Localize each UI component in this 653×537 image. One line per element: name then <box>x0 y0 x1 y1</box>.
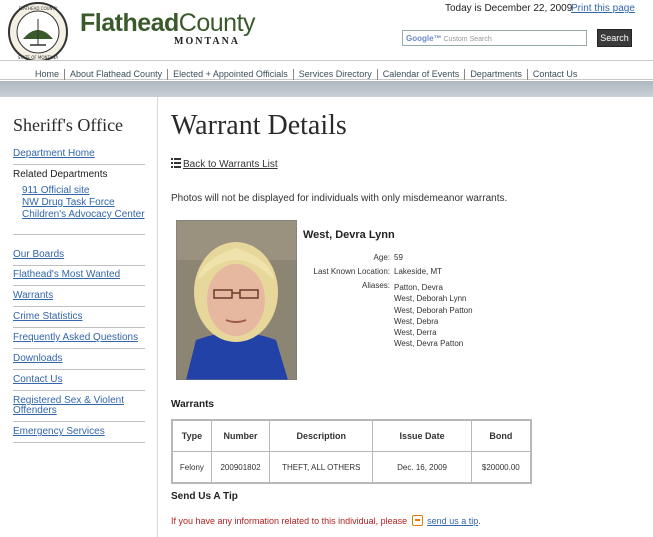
nav-home[interactable]: Home <box>30 69 64 80</box>
alias-item: West, Deborah Patton <box>394 305 473 315</box>
print-page-link[interactable]: Print this page <box>571 3 635 14</box>
alias-item: Patton, Devra <box>394 283 443 292</box>
related-departments-group: Related Departments 911 Official site NW… <box>13 165 145 235</box>
sidebar-emergency-services[interactable]: Emergency Services <box>13 422 145 443</box>
list-icon <box>171 158 181 168</box>
sidebar-crime-statistics[interactable]: Crime Statistics <box>13 307 145 328</box>
nav-services[interactable]: Services Directory <box>292 69 377 80</box>
tip-message: If you have any information related to t… <box>171 515 481 526</box>
search-button[interactable]: Search <box>597 29 632 47</box>
col-description: Description <box>270 421 374 452</box>
today-date: Today is December 22, 2009 <box>445 3 573 14</box>
sidebar-contact-us[interactable]: Contact Us <box>13 370 145 391</box>
alias-item: West, Derra <box>394 328 437 338</box>
age-value: 59 <box>394 253 403 262</box>
related-childrens-advocacy-link[interactable]: Children's Advocacy Center <box>13 210 145 220</box>
nav-officials[interactable]: Elected + Appointed Officials <box>167 69 293 80</box>
alias-item: West, Debra <box>394 316 439 326</box>
warrants-heading: Warrants <box>171 399 214 410</box>
back-to-list-link[interactable]: Back to Warrants List <box>171 158 278 170</box>
cell-description: THEFT, ALL OTHERS <box>270 452 374 482</box>
col-issue-date: Issue Date <box>373 421 472 452</box>
back-to-list-label: Back to Warrants List <box>183 159 278 170</box>
photo-note: Photos will not be displayed for individ… <box>171 193 508 204</box>
tip-text: If you have any information related to t… <box>171 516 408 526</box>
site-logo-title[interactable]: FlatheadCounty <box>80 9 256 38</box>
tip-heading: Send Us A Tip <box>171 491 238 502</box>
nav-calendar[interactable]: Calendar of Events <box>376 69 465 80</box>
nav-contact[interactable]: Contact Us <box>526 69 583 80</box>
sidebar-divider <box>157 97 158 537</box>
sidebar-title: Sheriff's Office <box>13 115 124 135</box>
sidebar-our-boards[interactable]: Our Boards <box>13 247 145 266</box>
col-type: Type <box>173 421 212 452</box>
cell-number: 200901802 <box>212 452 271 482</box>
sidebar-sex-offenders[interactable]: Registered Sex & Violent Offenders <box>13 391 145 422</box>
location-value: Lakeside, MT <box>394 267 443 276</box>
location-label: Last Known Location: <box>313 267 391 276</box>
cell-bond: $20000.00 <box>481 462 520 472</box>
col-bond: Bond <box>471 421 530 452</box>
aliases-label: Aliases: <box>361 281 390 290</box>
sidebar-downloads[interactable]: Downloads <box>13 349 145 370</box>
warrants-table: Type Number Description Issue Date Bond … <box>171 419 532 484</box>
sidebar-most-wanted[interactable]: Flathead's Most Wanted <box>13 266 145 286</box>
col-number: Number <box>211 421 271 452</box>
sidebar-warrants[interactable]: Warrants <box>13 286 145 307</box>
sidebar-faq[interactable]: Frequently Asked Questions <box>13 328 145 349</box>
header-band <box>0 81 653 97</box>
table-row: Felony 200901802 THEFT, ALL OTHERS Dec. … <box>173 452 530 482</box>
page-title: Warrant Details <box>171 110 347 141</box>
sidebar-department-home[interactable]: Department Home <box>13 146 145 165</box>
tip-period: . <box>478 516 481 526</box>
person-name: West, Devra Lynn <box>303 229 395 241</box>
cell-type: Felony <box>173 452 212 482</box>
nav-departments[interactable]: Departments <box>464 69 527 80</box>
aliases-list: Patton, Devra West, Deborah Lynn West, D… <box>394 282 473 350</box>
sidebar: Sheriff's Office Department Home Related… <box>13 115 145 443</box>
alias-item: West, Deborah Lynn <box>394 294 467 304</box>
site-header: FLATHEAD COUNTY STATE OF MONTANA Flathea… <box>0 0 653 63</box>
send-tip-link[interactable]: send us a tip <box>427 516 478 526</box>
message-icon[interactable] <box>411 515 423 526</box>
table-header-row: Type Number Description Issue Date Bond <box>173 421 530 452</box>
county-seal-logo[interactable]: FLATHEAD COUNTY STATE OF MONTANA <box>3 1 73 63</box>
age-label: Age: <box>373 253 390 262</box>
cell-issue-date: Dec. 16, 2009 <box>373 452 472 482</box>
related-departments-label: Related Departments <box>13 169 108 180</box>
search-placeholder: Custom Search <box>443 36 492 43</box>
svg-text:FLATHEAD COUNTY: FLATHEAD COUNTY <box>19 6 58 11</box>
logo-word-flathead: Flathead <box>80 9 179 37</box>
google-brand-label: Google™ <box>406 34 442 43</box>
logo-word-county: County <box>178 9 256 37</box>
nav-about[interactable]: About Flathead County <box>64 69 167 80</box>
logo-subtitle: MONTANA <box>174 36 241 47</box>
alias-item: West, Devra Patton <box>394 339 464 349</box>
mugshot-photo <box>176 220 297 380</box>
search-input[interactable]: Google™ Custom Search <box>402 30 587 46</box>
main-nav: Home About Flathead County Elected + Appoi… <box>0 60 653 80</box>
